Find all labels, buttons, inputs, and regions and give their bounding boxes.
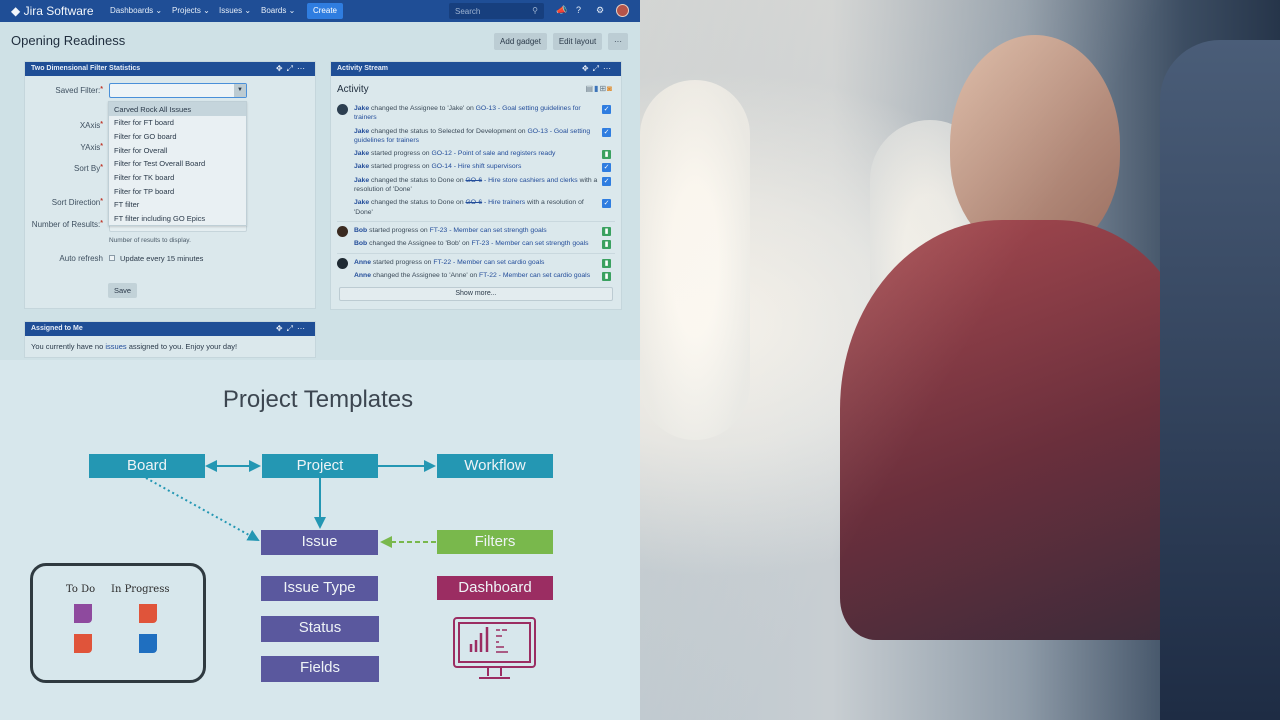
filters-box: Filters (437, 530, 553, 554)
light-overlay (640, 0, 1280, 720)
status-box: Status (261, 616, 379, 642)
traveler-photo (640, 0, 1280, 720)
issue-type-box: Issue Type (261, 576, 378, 601)
board-issue-dotted-arrow (145, 477, 260, 541)
dashboard-box: Dashboard (437, 576, 553, 600)
kanban-card (74, 634, 92, 653)
board-box: Board (89, 454, 205, 478)
fields-box: Fields (261, 656, 379, 682)
workflow-box: Workflow (437, 454, 553, 478)
kanban-card (139, 634, 157, 653)
kanban-card (139, 604, 157, 623)
dashboard-monitor-icon (453, 617, 536, 679)
project-box: Project (262, 454, 378, 478)
todo-column-label: To Do (66, 584, 96, 595)
in-progress-column-label: In Progress (111, 584, 170, 595)
kanban-card (74, 604, 92, 623)
issue-box: Issue (261, 530, 378, 555)
kanban-board-illustration: To Do In Progress (30, 563, 206, 683)
